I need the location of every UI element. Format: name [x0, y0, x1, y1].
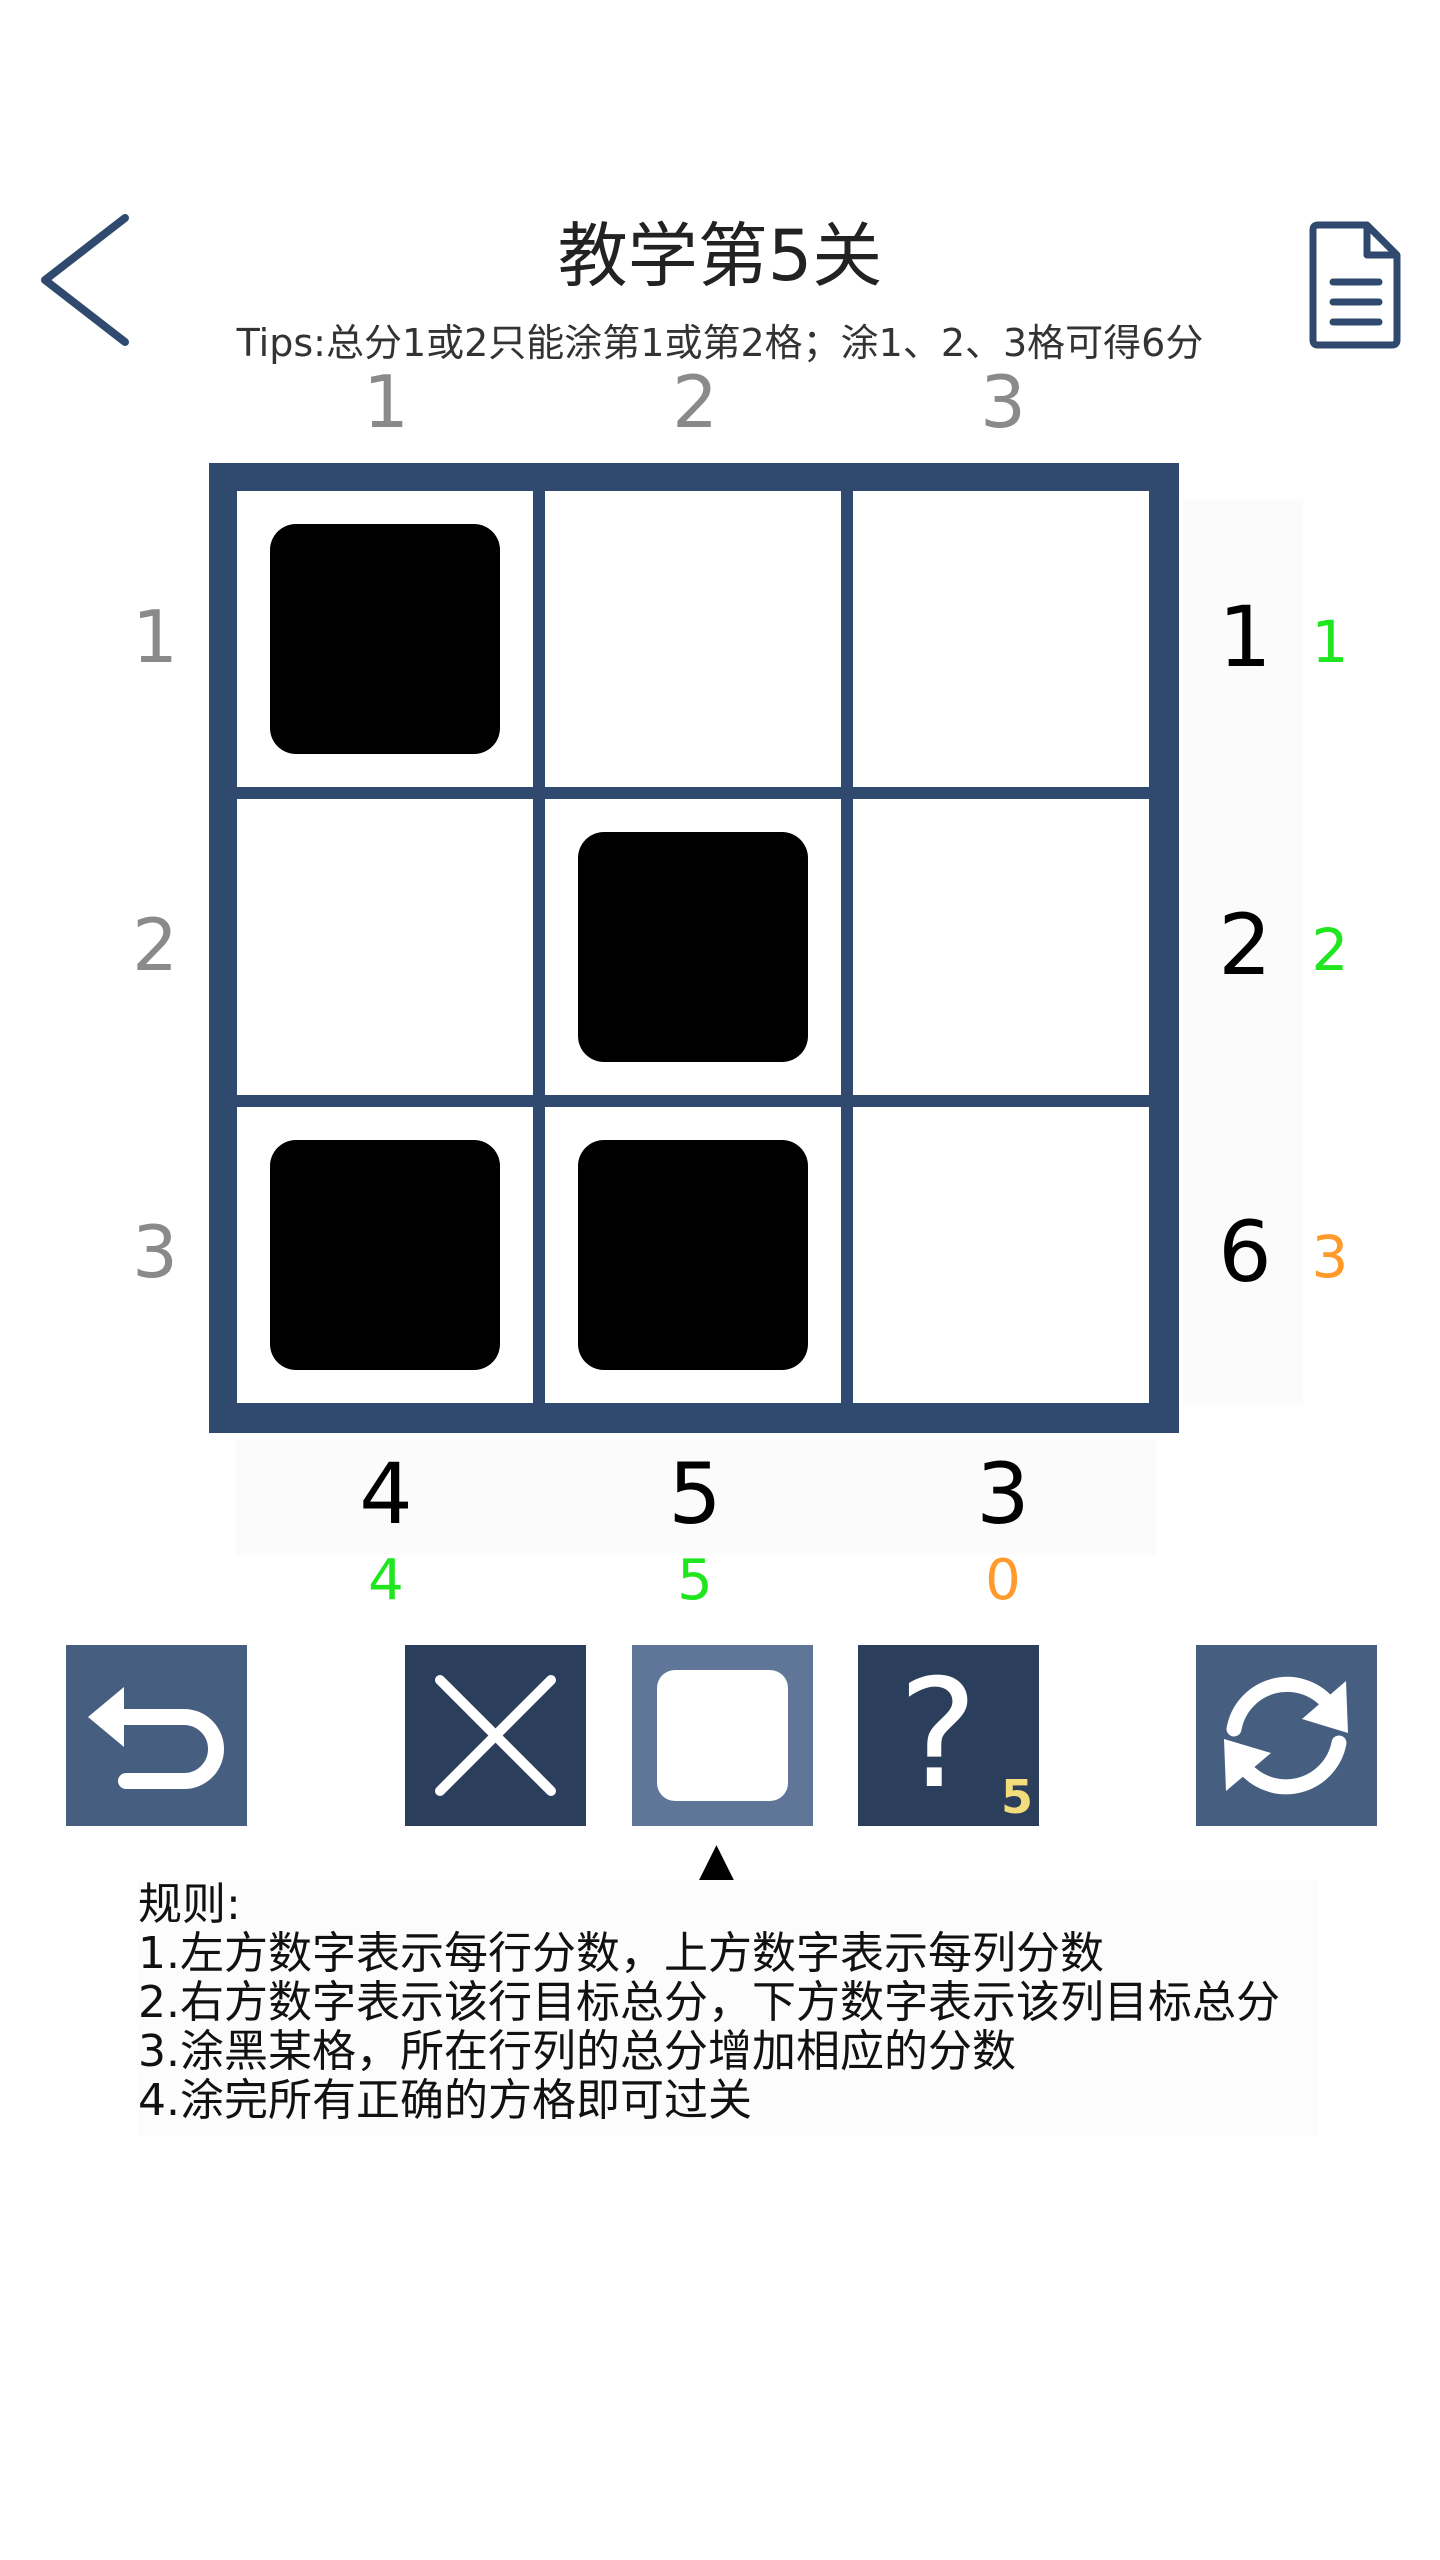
grid-cell-r3-c1[interactable] [237, 1107, 533, 1403]
filled-block [578, 1140, 808, 1370]
grid-cell-r1-c3[interactable] [853, 491, 1149, 787]
column-score-3: 3 [980, 360, 1026, 444]
row-score-1: 1 [132, 595, 178, 679]
column-current-3: 0 [985, 1548, 1021, 1613]
row-current-1: 1 [1311, 608, 1349, 676]
row-target-3: 6 [1218, 1203, 1272, 1301]
grid-cell-r1-c1[interactable] [237, 491, 533, 787]
rules-heading: 规则: [138, 1879, 241, 1930]
undo-button[interactable] [66, 1645, 247, 1826]
column-score-1: 1 [363, 360, 409, 444]
filled-block [270, 524, 500, 754]
puzzle-board [209, 463, 1179, 1433]
grid-cell-r2-c2[interactable] [545, 799, 841, 1095]
grid-cell-r2-c1[interactable] [237, 799, 533, 1095]
cross-icon [435, 1675, 556, 1796]
grid-cell-r3-c3[interactable] [853, 1107, 1149, 1403]
column-target-2: 5 [668, 1445, 722, 1543]
row-score-2: 2 [132, 903, 178, 987]
level-title: 教学第5关 [557, 215, 883, 297]
column-score-2: 2 [672, 360, 718, 444]
rule-item-2: 2.右方数字表示该行目标总分，下方数字表示该列目标总分 [138, 1977, 1280, 2028]
grid-cell-r1-c2[interactable] [545, 491, 841, 787]
rule-item-4: 4.涂完所有正确的方格即可过关 [138, 2075, 752, 2126]
row-target-1: 1 [1218, 588, 1272, 686]
hint-button[interactable]: ? 5 [858, 1645, 1039, 1826]
row-current-3: 3 [1311, 1223, 1349, 1291]
hint-count-badge: 5 [1000, 1770, 1033, 1824]
column-current-2: 5 [677, 1548, 713, 1613]
undo-arrow-icon [88, 1687, 224, 1789]
question-mark-icon: ? [898, 1648, 978, 1822]
grid-cell-r2-c3[interactable] [853, 799, 1149, 1095]
fill-mode-button[interactable] [632, 1645, 813, 1826]
rule-item-1: 1.左方数字表示每行分数，上方数字表示每列分数 [138, 1928, 1104, 1979]
grid-cell-r3-c2[interactable] [545, 1107, 841, 1403]
row-current-2: 2 [1311, 916, 1349, 984]
fill-square-icon [657, 1670, 788, 1801]
rules-panel: 规则: 1.左方数字表示每行分数，上方数字表示每列分数 2.右方数字表示该行目标… [138, 1880, 1318, 2135]
row-score-3: 3 [132, 1210, 178, 1294]
column-current-1: 4 [368, 1548, 404, 1613]
filled-block [578, 832, 808, 1062]
refresh-button[interactable] [1196, 1645, 1377, 1826]
filled-block [270, 1140, 500, 1370]
row-target-2: 2 [1218, 896, 1272, 994]
rule-item-3: 3.涂黑某格，所在行列的总分增加相应的分数 [138, 2026, 1016, 2077]
column-target-1: 4 [359, 1445, 413, 1543]
column-target-3: 3 [976, 1445, 1030, 1543]
cross-mode-button[interactable] [405, 1645, 586, 1826]
tips-text: Tips:总分1或2只能涂第1或第2格；涂1、2、3格可得6分 [236, 321, 1204, 365]
refresh-icon [1224, 1676, 1348, 1795]
